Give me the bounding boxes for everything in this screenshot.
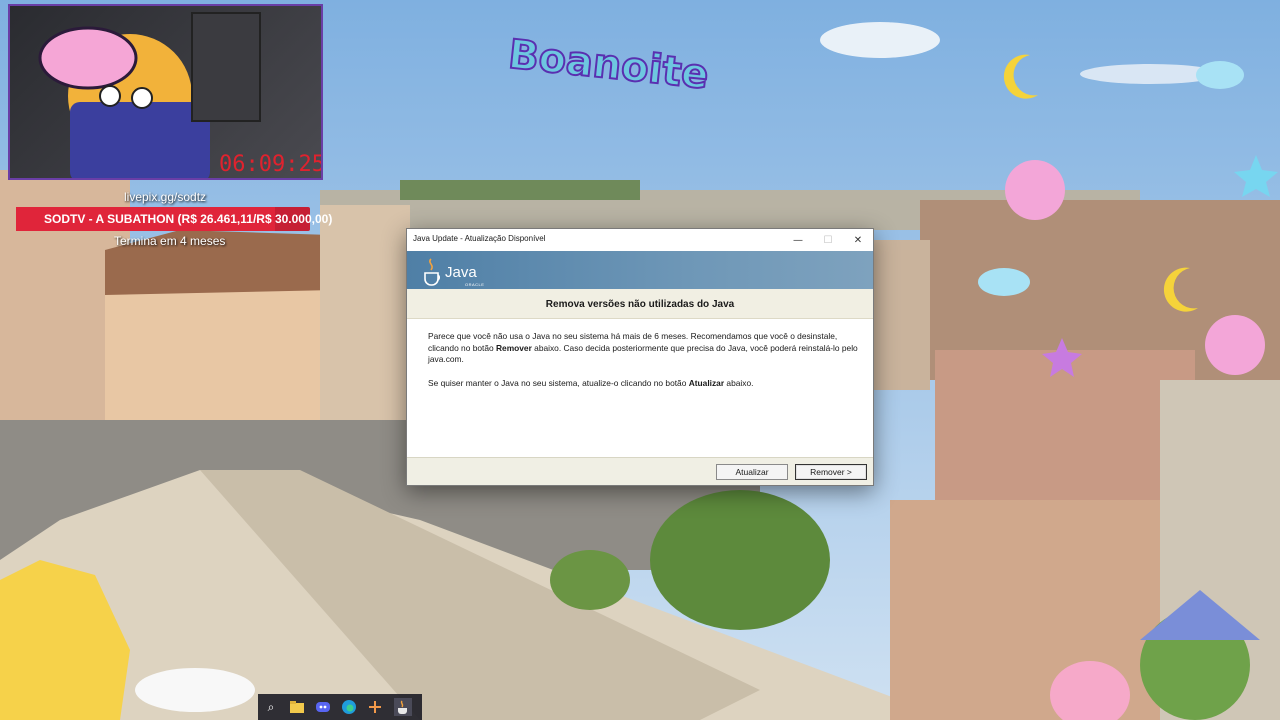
discord-icon[interactable] — [314, 698, 332, 716]
boanoite-text: Boanoite — [505, 31, 712, 100]
minimize-button[interactable]: — — [783, 229, 813, 251]
java-banner: Java ORACLE — [407, 251, 873, 289]
paragraph2-text-b: abaixo. — [724, 378, 754, 388]
update-button[interactable]: Atualizar — [716, 464, 788, 480]
folder-icon[interactable] — [288, 698, 306, 716]
dialog-titlebar[interactable]: Java Update - Atualização Disponível — ☐… — [407, 229, 873, 251]
dialog-title: Java Update - Atualização Disponível — [413, 234, 546, 243]
paragraph2-text-a: Se quiser manter o Java no seu sistema, … — [428, 378, 689, 388]
boanoite-sticker: Boanoite — [482, 31, 772, 130]
donation-link: livepix.gg/sodtz — [124, 190, 207, 204]
dialog-footer: Atualizar Remover > — [407, 457, 873, 485]
paragraph1-bold: Remover — [495, 342, 532, 353]
search-icon[interactable]: ⌕ — [262, 698, 280, 716]
remove-button[interactable]: Remover > — [795, 464, 867, 480]
subathon-goal-bar: SODTV - A SUBATHON (R$ 26.461,11/R$ 30.0… — [16, 207, 332, 231]
dialog-heading: Remova versões não utilizadas do Java — [545, 299, 735, 310]
goal-text: SODTV - A SUBATHON (R$ 26.461,11/R$ 30.0… — [44, 212, 333, 226]
close-button[interactable]: ✕ — [843, 229, 873, 251]
webcam-shelf — [191, 12, 261, 122]
stream-timer: 06:09:25 — [219, 152, 323, 177]
java-cup-icon — [424, 258, 440, 286]
dialog-subheader: Remova versões não utilizadas do Java — [407, 289, 873, 319]
edge-icon[interactable] — [340, 698, 358, 716]
avatar-sticker — [38, 26, 210, 178]
java-wordmark: Java — [445, 264, 477, 281]
dialog-paragraph-remove: Parece que você não usa o Java no seu si… — [428, 331, 858, 366]
dialog-paragraph-update: Se quiser manter o Java no seu sistema, … — [428, 378, 858, 390]
webcam-frame: 06:09:25 — [8, 4, 323, 180]
oracle-wordmark: ORACLE — [465, 282, 485, 287]
paragraph2-bold: Atualizar — [688, 378, 725, 388]
java-icon[interactable] — [394, 698, 412, 716]
java-update-dialog: Java Update - Atualização Disponível — ☐… — [406, 228, 874, 486]
tool-icon[interactable] — [366, 698, 384, 716]
goal-subtitle: Termina em 4 meses — [114, 234, 226, 248]
java-logo: Java ORACLE — [421, 255, 491, 287]
maximize-button: ☐ — [823, 234, 833, 246]
taskbar: ⌕ — [258, 694, 422, 720]
